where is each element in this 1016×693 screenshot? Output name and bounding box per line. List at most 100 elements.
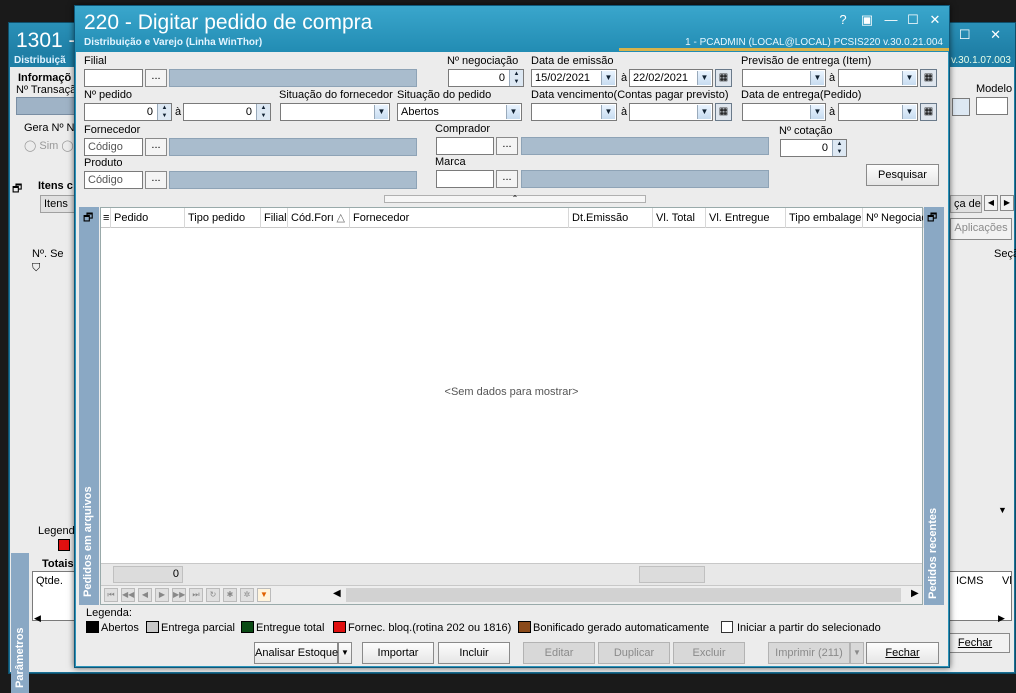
col-n-negociacao[interactable]: Nº Negociaç [863,208,924,228]
col-dt-emissao[interactable]: Dt.Emissão [569,208,653,228]
chevron-down-icon[interactable]: ▼ [601,105,615,119]
bg-scroll-down-icon[interactable]: ▼ [998,505,1007,515]
calendar-icon[interactable]: ▦ [715,69,732,87]
col-cod-fornecedor[interactable]: Cód.Forı △ [288,208,350,228]
scroll-right-icon[interactable]: ▶ [911,588,919,599]
cotacao-input[interactable]: 0 ▲ ▼ [780,139,847,157]
imprimir-button[interactable]: Imprimir (211) [768,642,850,664]
iniciar-checkbox[interactable]: Iniciar a partir do selecionado [721,621,881,634]
col-fornecedor[interactable]: Fornecedor [350,208,569,228]
duplicar-button[interactable]: Duplicar [598,642,670,664]
filial-search-button[interactable]: ... [145,69,167,87]
bg-tab-right-arrow[interactable]: ▶ [1000,195,1014,211]
data-emissao-to[interactable]: 22/02/2021 ▼ [629,69,713,87]
checkbox-box[interactable] [721,621,733,633]
chevron-down-icon[interactable]: ▼ [601,71,615,85]
orders-grid[interactable]: ≡ Pedido Tipo pedido Filial Cód.Forı △ F… [100,207,924,605]
analisar-dropdown-icon[interactable]: ▼ [338,642,352,664]
pedido-from-spinner-icon[interactable]: ▲ ▼ [157,104,171,120]
restore-panel-icon[interactable]: 🗗 [927,209,937,228]
chevron-down-icon[interactable]: ▼ [810,71,824,85]
col-tipo-embalagem[interactable]: Tipo embalager [786,208,863,228]
nav-refresh-icon[interactable]: ↻ [206,588,220,602]
nav-star-icon[interactable]: ✱ [223,588,237,602]
produto-code-input[interactable]: Código [84,171,143,189]
excluir-button[interactable]: Excluir [673,642,745,664]
filter-icon[interactable]: ▼ [257,588,271,602]
splitter-handle[interactable]: ⌃ [384,195,646,203]
sit-fornecedor-select[interactable]: ▼ [280,103,390,121]
col-tipo-pedido[interactable]: Tipo pedido [185,208,261,228]
bg-restore-icon[interactable]: 🗗 [12,180,22,199]
fornecedor-code-input[interactable]: Código [84,138,143,156]
chevron-down-icon[interactable]: ▼ [697,71,711,85]
chevron-down-icon[interactable]: ▼ [506,105,520,119]
bg-tab-left-arrow[interactable]: ◀ [984,195,998,211]
nav-next-icon[interactable]: ▶ [155,588,169,602]
pesquisar-button[interactable]: Pesquisar [866,164,939,186]
bg-aplicacoes-button[interactable]: Aplicações [950,218,1012,240]
calendar-icon[interactable]: ▦ [920,103,937,121]
horizontal-scrollbar[interactable] [346,588,901,602]
nav-last-icon[interactable]: ⏭ [189,588,203,602]
bg-dropdown[interactable] [952,98,970,116]
entrega-pedido-from[interactable]: ▼ [742,103,826,121]
editar-button[interactable]: Editar [523,642,595,664]
col-vl-total[interactable]: Vl. Total [653,208,706,228]
negociacao-input[interactable]: 0 ▲ ▼ [448,69,524,87]
chevron-down-icon[interactable]: ▼ [374,105,388,119]
importar-button[interactable]: Importar [362,642,434,664]
bg-scroll-left-icon[interactable]: ◀ [34,613,41,624]
col-pedido[interactable]: Pedido [111,208,185,228]
vencimento-from[interactable]: ▼ [531,103,617,121]
previsao-to[interactable]: ▼ [838,69,918,87]
minimize-icon[interactable]: — [883,12,899,27]
comprador-search-button[interactable]: ... [496,137,518,155]
entrega-pedido-to[interactable]: ▼ [838,103,918,121]
pedido-to-input[interactable]: 0 ▲ ▼ [183,103,271,121]
column-chooser-icon[interactable]: ≡ [101,208,111,228]
data-emissao-from[interactable]: 15/02/2021 ▼ [531,69,617,87]
fechar-button[interactable]: Fechar [866,642,939,664]
filial-input[interactable] [84,69,143,87]
chevron-down-icon[interactable]: ▼ [697,105,711,119]
bg-fechar-button[interactable]: Fechar [940,633,1010,653]
chevron-down-icon[interactable]: ▼ [810,105,824,119]
help-icon[interactable]: ? [835,12,851,27]
nav-prev-page-icon[interactable]: ◀◀ [121,588,135,602]
bg-modelo-input[interactable] [976,97,1008,115]
imprimir-dropdown-icon[interactable]: ▼ [850,642,864,664]
restore-panel-icon[interactable]: 🗗 [83,209,93,228]
pedidos-arquivos-panel[interactable]: Pedidos em arquivos [79,207,99,605]
cotacao-spinner-icon[interactable]: ▲ ▼ [832,140,846,156]
pedido-from-input[interactable]: 0 ▲ ▼ [84,103,172,121]
nav-next-page-icon[interactable]: ▶▶ [172,588,186,602]
comprador-input[interactable] [436,137,494,155]
bg-filter-icon[interactable]: ⛉ [32,262,40,275]
nav-first-icon[interactable]: ⏮ [104,588,118,602]
nav-star2-icon[interactable]: ✲ [240,588,254,602]
vencimento-to[interactable]: ▼ [629,103,713,121]
col-vl-entregue[interactable]: Vl. Entregue [706,208,786,228]
close-icon[interactable]: ✕ [927,12,943,28]
bg-parametros-panel[interactable]: Parâmetros [11,553,29,693]
bg-ca-de-tab[interactable]: ça de [950,195,982,213]
pedidos-recentes-panel[interactable]: Pedidos recentes [924,207,944,605]
negociacao-spinner-icon[interactable]: ▲ ▼ [509,70,523,86]
previsao-from[interactable]: ▼ [742,69,826,87]
chevron-down-icon[interactable]: ▼ [902,71,916,85]
produto-search-button[interactable]: ... [145,171,167,189]
restore-icon[interactable]: ▣ [859,12,875,28]
scroll-left-icon[interactable]: ◀ [333,588,341,599]
nav-prev-icon[interactable]: ◀ [138,588,152,602]
bg-scroll-right-icon[interactable]: ▶ [998,613,1005,624]
calendar-icon[interactable]: ▦ [920,69,937,87]
fornecedor-search-button[interactable]: ... [145,138,167,156]
pedido-to-spinner-icon[interactable]: ▲ ▼ [256,104,270,120]
chevron-down-icon[interactable]: ▼ [902,105,916,119]
marca-input[interactable] [436,170,494,188]
maximize-icon[interactable]: ☐ [905,12,921,28]
col-filial[interactable]: Filial [261,208,288,228]
incluir-button[interactable]: Incluir [438,642,510,664]
calendar-icon[interactable]: ▦ [715,103,732,121]
